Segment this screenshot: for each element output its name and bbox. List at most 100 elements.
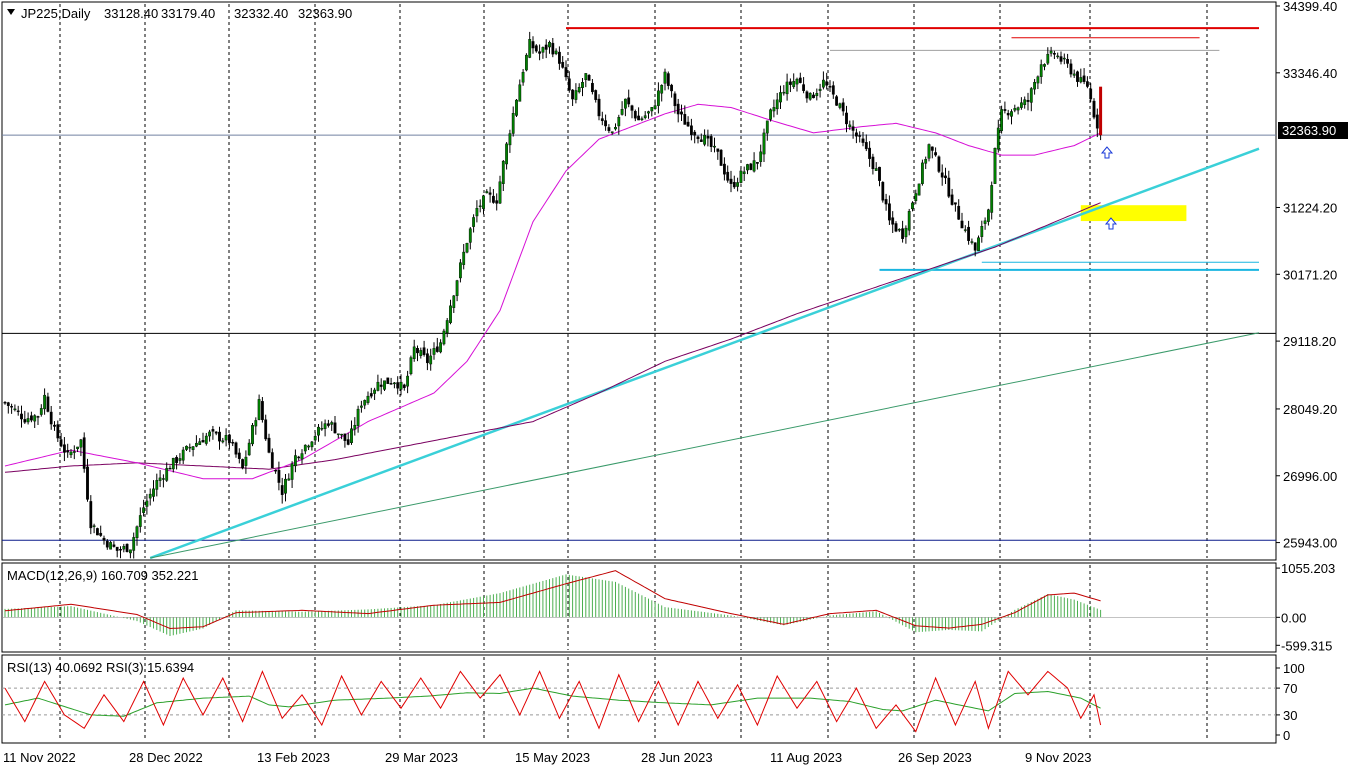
candle-bull [624, 98, 627, 109]
chart-window[interactable]: 34399.40 33346.40 31224.20 30171.20 29118.20… [0, 0, 1356, 771]
candle-bear [119, 549, 122, 551]
candle-bull [161, 478, 165, 480]
candle-bull [874, 168, 878, 171]
candle-bear [930, 146, 934, 151]
y-tick-label: 30171.20 [1283, 267, 1337, 282]
candle-bear [211, 429, 215, 432]
rsi-y-tick-label: 70 [1283, 681, 1297, 696]
candle-bear [831, 85, 835, 95]
candle-bear [812, 94, 815, 99]
candle-bull [353, 424, 357, 430]
candle-bear [492, 195, 495, 203]
candle-bull [663, 71, 667, 84]
x-tick-label: 9 Nov 2023 [1025, 750, 1092, 765]
candle-bull [320, 428, 324, 430]
candle-bear [416, 348, 419, 354]
candle-bear [940, 172, 944, 178]
trendline-long [150, 332, 1260, 559]
candle-bear [845, 112, 848, 125]
x-tick-label: 26 Sep 2023 [898, 750, 972, 765]
candle-bull [1079, 77, 1083, 83]
x-tick-label: 28 Dec 2022 [129, 750, 203, 765]
candle-bear [241, 459, 244, 469]
candle-bear [864, 142, 868, 150]
candle-bear [1026, 100, 1030, 102]
candle-bear [802, 84, 806, 91]
candle-bear [894, 223, 898, 232]
ohlc-close: 32363.90 [298, 6, 352, 21]
candle-bull [399, 381, 403, 390]
candle-bear [564, 67, 568, 78]
candle-bear [825, 81, 829, 86]
candle-bull [72, 451, 76, 453]
candle-bull [993, 148, 997, 184]
candle-bull [554, 50, 558, 54]
candle-bull [1033, 81, 1037, 90]
candle-bear [16, 410, 20, 413]
candle-bear [709, 136, 713, 147]
candle-bear [20, 413, 23, 420]
candle-bull [132, 537, 136, 551]
candle-bull [650, 107, 654, 112]
candle-bear [168, 467, 172, 470]
candle-bull [838, 103, 842, 108]
candle-bear [1006, 112, 1010, 116]
candle-bear [1003, 109, 1007, 111]
candle-bear [597, 98, 601, 117]
candle-bear [884, 199, 888, 205]
candle-bull [1049, 50, 1053, 54]
chart-svg[interactable]: 34399.40 33346.40 31224.20 30171.20 29118.20… [0, 0, 1356, 771]
candle-bull [363, 400, 367, 406]
chart-menu-triangle-icon[interactable] [7, 9, 15, 15]
x-tick-label: 28 Jun 2023 [641, 750, 713, 765]
candle-bull [204, 435, 208, 444]
candle-bull [1043, 64, 1046, 67]
candle-bull [69, 451, 73, 456]
candle-bull [317, 426, 320, 436]
candle-bull [122, 546, 126, 550]
candle-bull [307, 445, 310, 448]
candle-bear [835, 96, 839, 106]
candle-bull [310, 441, 314, 448]
candle-bull [779, 92, 782, 103]
candle-bull [158, 477, 162, 481]
candle-bear [696, 136, 700, 140]
macd-title: MACD(12,26,9) 160.709 352.221 [7, 568, 199, 583]
candle-bull [412, 346, 416, 359]
candle-bear [888, 203, 891, 221]
ohlc-open: 33128.40 [104, 6, 158, 21]
candle-bull [1016, 107, 1020, 111]
candle-bull [155, 480, 159, 490]
candle-bear [706, 135, 710, 139]
candle-bull [323, 423, 327, 429]
candle-bear [231, 442, 235, 444]
candle-bull [171, 457, 175, 470]
candle-bear [264, 419, 268, 440]
candle-bull [1062, 57, 1066, 60]
candle-bear [369, 393, 373, 397]
candle-bear [670, 84, 674, 92]
candle-bull [518, 84, 522, 102]
candle-bear [297, 456, 301, 459]
vertical-grid [59, 4, 1208, 741]
candle-bull [145, 500, 149, 507]
candle-bull [765, 120, 769, 134]
candle-bull [244, 456, 248, 466]
candle-bull [739, 170, 743, 183]
candle-bull [1072, 73, 1076, 76]
candle-bull [525, 54, 528, 71]
candle-bear [49, 411, 53, 425]
candle-bull [511, 113, 515, 134]
trendlines [149, 147, 1260, 560]
candle-bear [756, 162, 759, 164]
candle-bear [967, 226, 971, 241]
candle-bear [402, 384, 406, 388]
candle-bull [1056, 55, 1060, 58]
candle-bull [221, 440, 225, 443]
candle-bull [792, 81, 796, 87]
candle-bull [33, 415, 37, 422]
candle-bull [482, 195, 485, 209]
candle-bull [795, 78, 799, 85]
candle-bull [610, 131, 614, 134]
candle-bull [772, 107, 776, 112]
